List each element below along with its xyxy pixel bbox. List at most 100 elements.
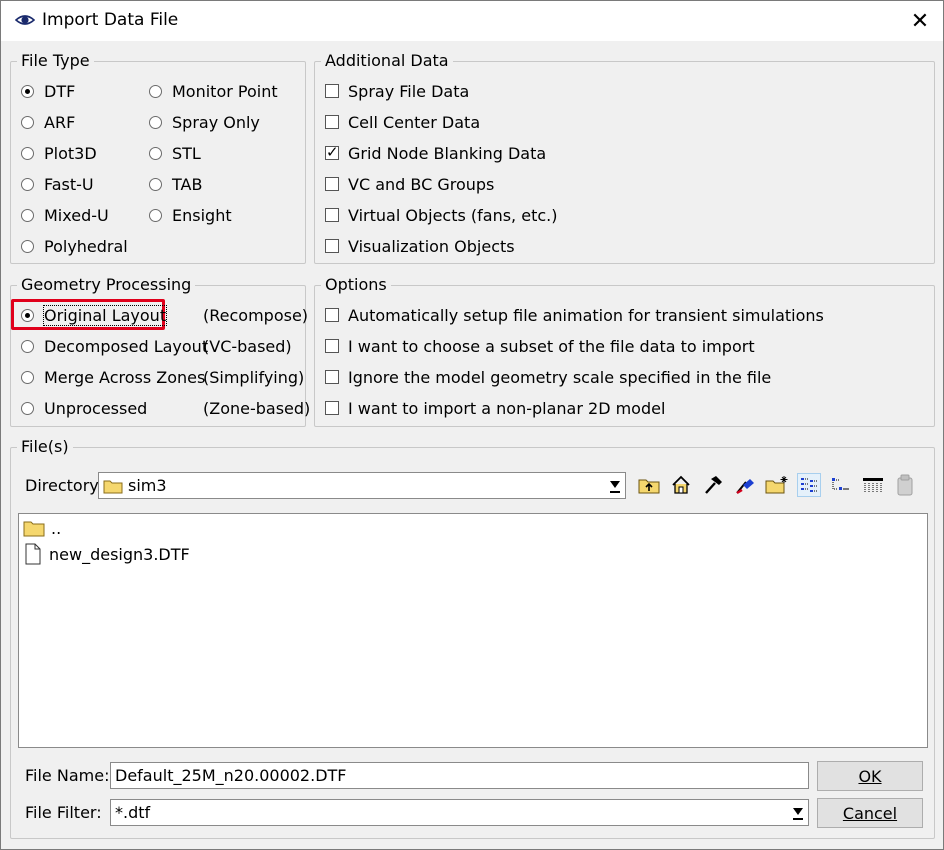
checkbox[interactable] — [325, 115, 339, 129]
radio-button[interactable] — [21, 370, 34, 384]
radio-label: Ensight — [172, 205, 232, 225]
radio-decomposed-layout[interactable]: Decomposed Layout — [21, 335, 208, 357]
radio-polyhedral[interactable]: Polyhedral — [21, 235, 128, 257]
window-title: Import Data File — [42, 10, 179, 30]
checkbox[interactable] — [325, 177, 339, 191]
checkbox-grid-node-blanking[interactable]: Grid Node Blanking Data — [325, 142, 546, 164]
checkbox-label: Ignore the model geometry scale specifie… — [348, 367, 772, 387]
radio-button[interactable] — [149, 146, 162, 160]
option-note: (VC-based) — [203, 337, 292, 356]
file-filter-value: *.dtf — [115, 803, 151, 822]
checkbox-virtual-objects[interactable]: Virtual Objects (fans, etc.) — [325, 204, 557, 226]
cancel-label: Cancel — [842, 803, 898, 823]
checkbox-ignore-scale[interactable]: Ignore the model geometry scale specifie… — [325, 366, 771, 388]
checkbox[interactable] — [325, 84, 339, 98]
checkbox-label: Grid Node Blanking Data — [348, 143, 547, 163]
radio-merge-across-zones[interactable]: Merge Across Zones — [21, 366, 205, 388]
checkbox-visualization-objects[interactable]: Visualization Objects — [325, 235, 515, 257]
file-list[interactable]: .. new_design3.DTF — [18, 513, 928, 748]
checkbox-label: I want to import a non-planar 2D model — [348, 398, 666, 418]
radio-dtf[interactable]: DTF — [21, 80, 75, 102]
title-bar: Import Data File ✕ — [1, 1, 943, 41]
radio-button[interactable] — [21, 84, 34, 98]
checkbox[interactable] — [325, 143, 339, 161]
radio-monitor-point[interactable]: Monitor Point — [149, 80, 278, 102]
radio-stl[interactable]: STL — [149, 142, 201, 164]
up-folder-icon[interactable] — [637, 473, 661, 497]
chevron-down-icon[interactable] — [788, 800, 808, 825]
checkbox-label: Visualization Objects — [348, 236, 515, 256]
radio-label: Merge Across Zones — [44, 367, 206, 387]
checkbox-auto-animation[interactable]: Automatically setup file animation for t… — [325, 304, 824, 326]
radio-label: Unprocessed — [44, 398, 148, 418]
radio-button[interactable] — [21, 177, 34, 191]
radio-button[interactable] — [149, 177, 162, 191]
checkbox[interactable] — [325, 401, 339, 415]
file-name-label: File Name: — [25, 766, 110, 785]
radio-button[interactable] — [149, 115, 162, 129]
radio-button[interactable] — [21, 208, 34, 222]
file-filter-combo[interactable]: *.dtf — [110, 799, 809, 826]
list-item[interactable]: .. — [23, 517, 61, 539]
radio-label: Fast-U — [44, 174, 94, 194]
radio-arf[interactable]: ARF — [21, 111, 75, 133]
radio-spray-only[interactable]: Spray Only — [149, 111, 260, 133]
radio-label: Original Layout — [42, 304, 168, 326]
checkbox-spray-file-data[interactable]: Spray File Data — [325, 80, 469, 102]
checkbox-vc-bc-groups[interactable]: VC and BC Groups — [325, 173, 494, 195]
checkbox-label: I want to choose a subset of the file da… — [348, 336, 755, 356]
radio-button[interactable] — [21, 115, 34, 129]
directory-combo[interactable]: sim3 — [98, 472, 626, 499]
radio-button[interactable] — [21, 308, 34, 322]
checkbox[interactable] — [325, 208, 339, 222]
radio-plot3d[interactable]: Plot3D — [21, 142, 97, 164]
radio-ensight[interactable]: Ensight — [149, 204, 232, 226]
radio-button[interactable] — [21, 339, 34, 353]
list-item[interactable]: new_design3.DTF — [23, 543, 190, 565]
list-view-icon[interactable] — [797, 473, 821, 497]
checkbox-choose-subset[interactable]: I want to choose a subset of the file da… — [325, 335, 755, 357]
folder-icon — [103, 478, 123, 494]
hammer-icon[interactable] — [701, 473, 725, 497]
radio-original-layout[interactable]: Original Layout — [21, 304, 168, 326]
new-folder-icon[interactable] — [765, 473, 789, 497]
chevron-down-icon[interactable] — [605, 473, 625, 498]
ok-button[interactable]: OK — [817, 761, 923, 791]
checkbox-label: Virtual Objects (fans, etc.) — [348, 205, 558, 225]
checkbox-label: Spray File Data — [348, 81, 470, 101]
list-item-label: new_design3.DTF — [49, 544, 190, 564]
additional-data-title: Additional Data — [321, 51, 453, 71]
directory-label: Directory: — [25, 476, 103, 495]
radio-button[interactable] — [149, 84, 162, 98]
radio-mixed-u[interactable]: Mixed-U — [21, 204, 109, 226]
radio-label: Mixed-U — [44, 205, 109, 225]
radio-label: Decomposed Layout — [44, 336, 209, 356]
checkbox-label: Automatically setup file animation for t… — [348, 305, 824, 325]
checkbox-non-planar-2d[interactable]: I want to import a non-planar 2D model — [325, 397, 665, 419]
clipboard-icon[interactable] — [893, 473, 917, 497]
radio-button[interactable] — [149, 208, 162, 222]
bookmark-icon[interactable] — [733, 473, 757, 497]
directory-value: sim3 — [128, 476, 167, 495]
home-icon[interactable] — [669, 473, 693, 497]
checkbox-cell-center-data[interactable]: Cell Center Data — [325, 111, 480, 133]
checkbox[interactable] — [325, 339, 339, 353]
radio-label: Monitor Point — [172, 81, 278, 101]
radio-fast-u[interactable]: Fast-U — [21, 173, 94, 195]
checkbox[interactable] — [325, 370, 339, 384]
file-filter-label: File Filter: — [25, 803, 102, 822]
radio-unprocessed[interactable]: Unprocessed — [21, 397, 147, 419]
file-name-input[interactable]: Default_25M_n20.00002.DTF — [110, 762, 809, 789]
table-view-icon[interactable] — [861, 473, 885, 497]
checkbox[interactable] — [325, 239, 339, 253]
radio-button[interactable] — [21, 401, 34, 415]
cancel-button[interactable]: Cancel — [817, 798, 923, 828]
close-button[interactable]: ✕ — [897, 1, 943, 41]
radio-tab[interactable]: TAB — [149, 173, 202, 195]
radio-button[interactable] — [21, 146, 34, 160]
radio-button[interactable] — [21, 239, 34, 253]
files-title: File(s) — [17, 437, 73, 457]
checkbox[interactable] — [325, 308, 339, 322]
file-name-value: Default_25M_n20.00002.DTF — [115, 766, 347, 785]
details-view-icon[interactable] — [829, 473, 853, 497]
